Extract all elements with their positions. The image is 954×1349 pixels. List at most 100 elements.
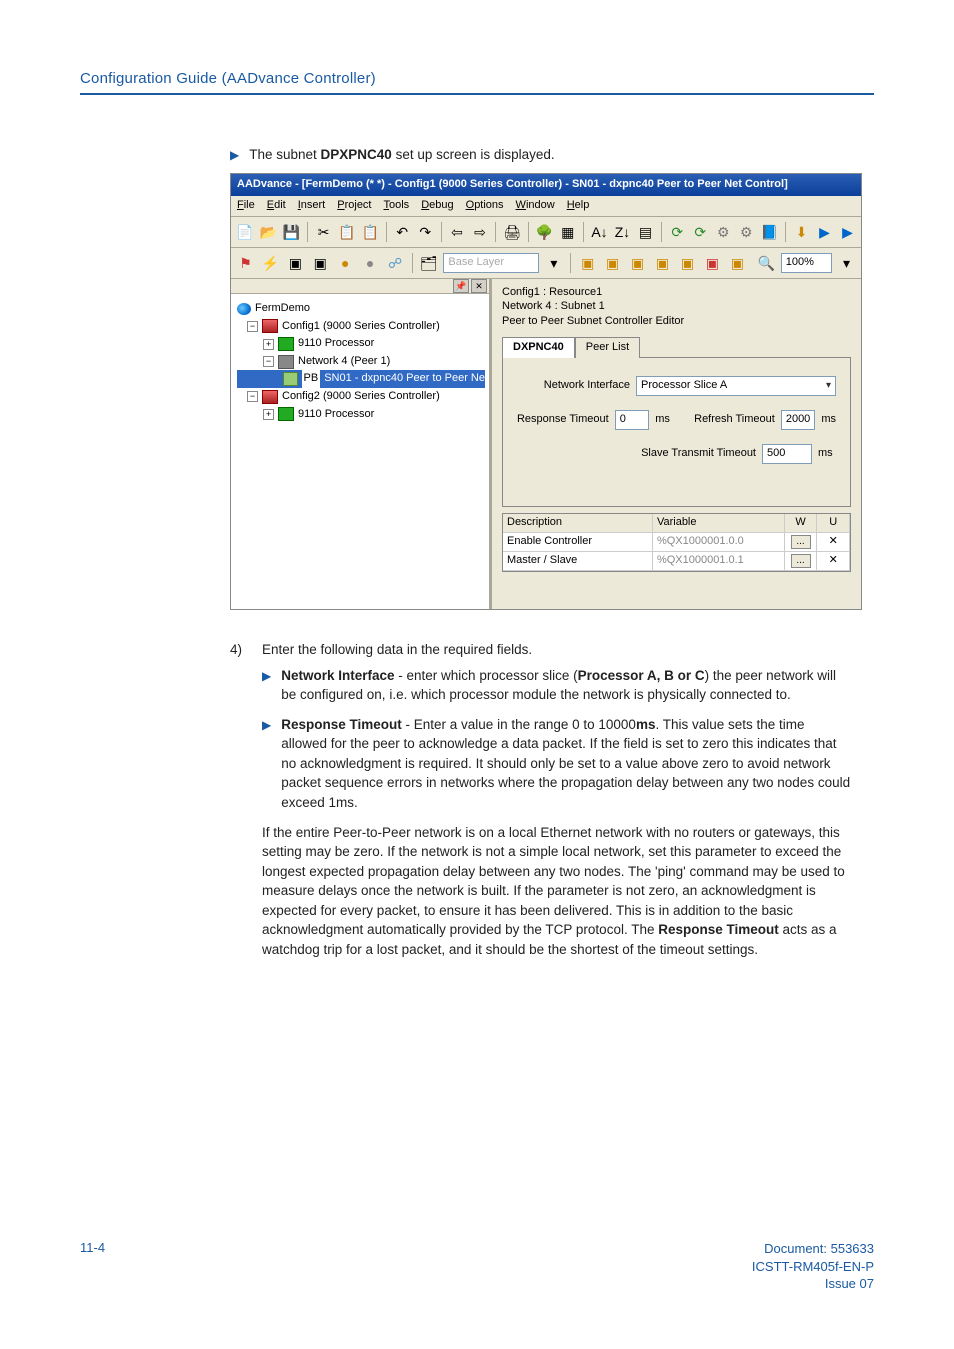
tb-f3-icon[interactable]: ▣ [627, 251, 648, 275]
response-timeout-input[interactable]: 0 [615, 410, 650, 430]
tb-sep [583, 222, 584, 242]
tb-bolt-icon[interactable]: ⚡ [260, 251, 281, 275]
tree-sn01[interactable]: PB SN01 - dxpnc40 Peer to Peer Ne [237, 370, 485, 388]
td-u[interactable]: ✕ [817, 533, 850, 552]
layer-dropdown[interactable]: Base Layer [443, 253, 539, 273]
tb-save-icon[interactable]: 💾 [282, 220, 301, 244]
browse-button[interactable]: ... [791, 554, 811, 568]
tb-zoomchev-icon[interactable]: ▾ [836, 251, 857, 275]
expander-icon[interactable]: − [247, 391, 258, 402]
tree-close-icon[interactable]: ✕ [471, 279, 487, 293]
slave-transmit-timeout-input[interactable]: 500 [762, 444, 812, 464]
crumb-1: Config1 : Resource1 [502, 285, 851, 299]
menu-edit[interactable]: Edit [267, 198, 286, 214]
tb-f6-icon[interactable]: ▣ [702, 251, 723, 275]
tab-peer-list[interactable]: Peer List [575, 337, 640, 358]
expander-icon[interactable]: + [263, 339, 274, 350]
step-4-text: Enter the following data in the required… [262, 640, 532, 660]
tb-layerchev-icon[interactable]: ▾ [543, 251, 564, 275]
tb-sim-icon[interactable]: ▣ [310, 251, 331, 275]
tb-f1-icon[interactable]: ▣ [577, 251, 598, 275]
tb-f2-icon[interactable]: ▣ [602, 251, 623, 275]
td-w[interactable]: ... [785, 552, 818, 571]
tb-layers-icon[interactable]: 🗂 [418, 251, 439, 275]
tb-refresh2-icon[interactable]: ⟳ [691, 220, 710, 244]
tab-dxpnc40-label: DXPNC40 [513, 341, 564, 353]
table-header: Description Variable W U [503, 514, 850, 533]
menu-tools[interactable]: Tools [384, 198, 410, 214]
tb-copy-icon[interactable]: 📋 [337, 220, 356, 244]
td-u[interactable]: ✕ [817, 552, 850, 571]
menu-bar: File Edit Insert Project Tools Debug Opt… [231, 196, 861, 217]
tb-link-icon[interactable]: ☍ [385, 251, 406, 275]
expander-icon[interactable]: − [247, 321, 258, 332]
tree-config2[interactable]: − Config2 (9000 Series Controller) [237, 388, 485, 406]
tb-sort-za-icon[interactable]: Z↓ [613, 220, 632, 244]
tb-grid-icon[interactable]: ▦ [558, 220, 577, 244]
tree-pin-icon[interactable]: 📌 [453, 279, 469, 293]
stt-value: 500 [767, 446, 785, 462]
tb-undo-icon[interactable]: ↶ [393, 220, 412, 244]
expander-icon[interactable]: + [263, 409, 274, 420]
tree-config1[interactable]: − Config1 (9000 Series Controller) [237, 318, 485, 336]
tb-dot-icon[interactable]: ● [335, 251, 356, 275]
tb-f4-icon[interactable]: ▣ [652, 251, 673, 275]
tb-print-icon[interactable]: 🖨 [502, 220, 522, 244]
tb-open-icon[interactable]: 📂 [258, 220, 277, 244]
tb-opts-icon[interactable]: ▤ [636, 220, 655, 244]
menu-options[interactable]: Options [466, 198, 504, 214]
tb-f7-icon[interactable]: ▣ [727, 251, 748, 275]
tb-gear-icon[interactable]: ⚙ [714, 220, 733, 244]
tree-proc2[interactable]: + 9110 Processor [237, 406, 485, 424]
tb-flag-icon[interactable]: ⚑ [235, 251, 256, 275]
tb-play2-icon[interactable]: ▶ [838, 220, 857, 244]
tb-gear2-icon[interactable]: ⚙ [737, 220, 756, 244]
expander-icon[interactable]: − [263, 356, 274, 367]
tree-net4-label: Network 4 (Peer 1) [298, 353, 390, 371]
tree-root[interactable]: FermDemo [237, 300, 485, 318]
tb-sep [528, 222, 529, 242]
menu-insert[interactable]: Insert [298, 198, 326, 214]
table-row[interactable]: Enable Controller %QX1000001.0.0 ... ✕ [503, 533, 850, 552]
tb-play-icon[interactable]: ▶ [815, 220, 834, 244]
tb-sep [570, 253, 571, 273]
tree-net4[interactable]: − Network 4 (Peer 1) [237, 353, 485, 371]
project-tree[interactable]: FermDemo − Config1 (9000 Series Controll… [231, 294, 489, 429]
tb-fwd-icon[interactable]: ⇨ [470, 220, 489, 244]
menu-debug[interactable]: Debug [421, 198, 453, 214]
tab-dxpnc40[interactable]: DXPNC40 [502, 337, 575, 358]
tb-zoom-icon[interactable]: 🔍 [756, 251, 777, 275]
row-timeouts: Response Timeout 0 ms Refresh Timeout 20… [517, 410, 836, 430]
zoom-box[interactable]: 100% [781, 253, 832, 273]
th-u: U [817, 514, 850, 533]
bullet-ni-m1: - enter which processor slice ( [395, 668, 578, 683]
step-4-bullets: ▶ Network Interface - enter which proces… [262, 666, 854, 813]
td-w[interactable]: ... [785, 533, 818, 552]
menu-project[interactable]: Project [337, 198, 371, 214]
tb-dot2-icon[interactable]: ● [360, 251, 381, 275]
tb-paste-icon[interactable]: 📋 [361, 220, 380, 244]
tb-f5-icon[interactable]: ▣ [677, 251, 698, 275]
tb-refresh-icon[interactable]: ⟳ [668, 220, 687, 244]
menu-help[interactable]: Help [567, 198, 590, 214]
tb-cut-icon[interactable]: ✂ [314, 220, 333, 244]
crumb-2: Network 4 : Subnet 1 [502, 299, 851, 313]
tb-sort-az-icon[interactable]: A↓ [590, 220, 609, 244]
step-list: 4) Enter the following data in the requi… [230, 640, 854, 959]
tb-redo-icon[interactable]: ↷ [416, 220, 435, 244]
refresh-timeout-input[interactable]: 2000 [781, 410, 816, 430]
tb-tree-icon[interactable]: 🌳 [535, 220, 554, 244]
tb-back-icon[interactable]: ⇦ [447, 220, 466, 244]
network-icon [278, 355, 294, 369]
tb-book-icon[interactable]: 📘 [760, 220, 779, 244]
tb-chip-icon[interactable]: ▣ [285, 251, 306, 275]
tb-new-icon[interactable]: 📄 [235, 220, 254, 244]
browse-button[interactable]: ... [791, 535, 811, 549]
table-row[interactable]: Master / Slave %QX1000001.0.1 ... ✕ [503, 552, 850, 571]
menu-file[interactable]: File [237, 198, 255, 214]
menu-window[interactable]: Window [516, 198, 555, 214]
tb-download-icon[interactable]: ⬇ [792, 220, 811, 244]
network-interface-dropdown[interactable]: Processor Slice A ▾ [636, 376, 836, 396]
tree-proc1[interactable]: + 9110 Processor [237, 335, 485, 353]
ni-label: Network Interface [544, 378, 630, 394]
